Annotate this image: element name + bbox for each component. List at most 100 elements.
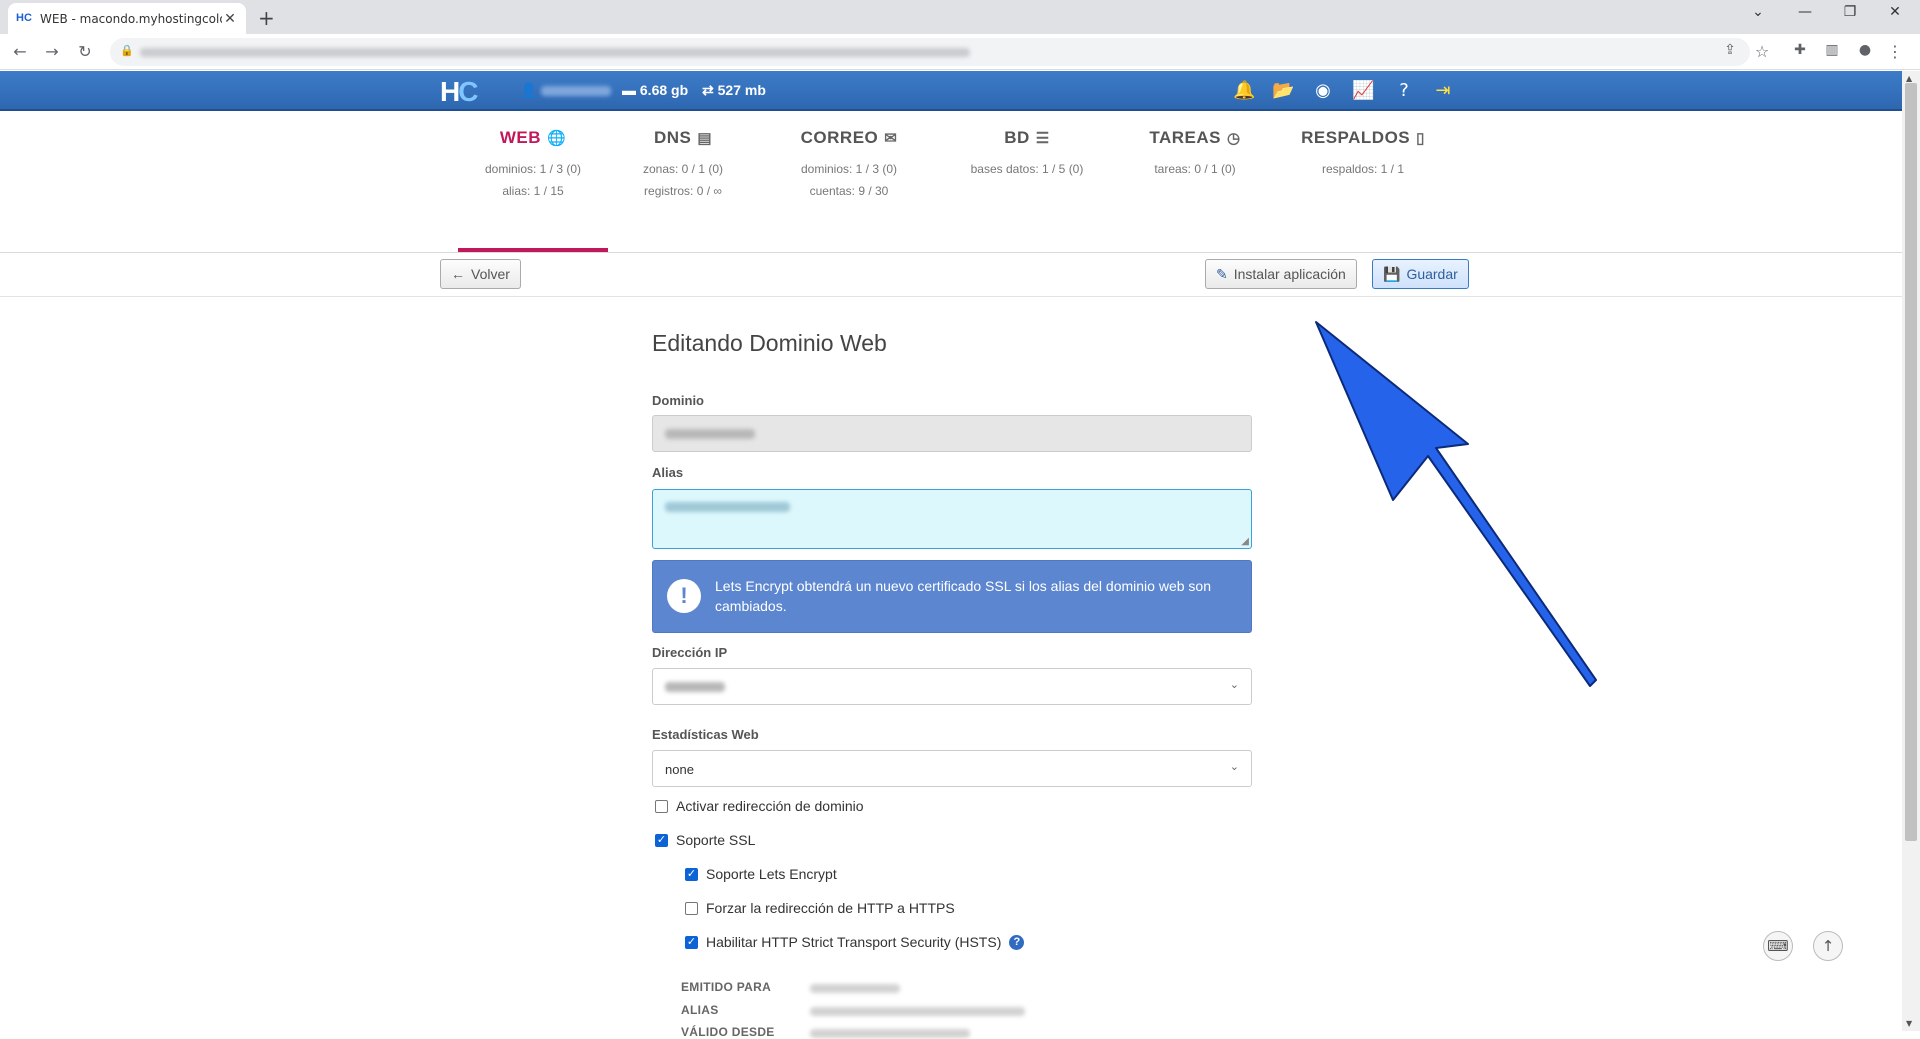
cert-issued-for-label: EMITIDO PARA (681, 980, 772, 994)
address-bar[interactable]: 🔒 (110, 38, 1750, 66)
divider (0, 252, 1902, 253)
arrow-left-icon: ← (451, 266, 465, 282)
side-panel-icon[interactable]: ▥ (1822, 42, 1842, 58)
hsts-checkbox-row[interactable]: ✓ Habilitar HTTP Strict Transport Securi… (685, 934, 1025, 950)
tab-label: RESPALDOS (1301, 128, 1411, 147)
new-tab-button[interactable]: + (258, 6, 275, 30)
scroll-down-icon[interactable]: ▼ (1906, 1019, 1912, 1028)
tab-search-icon[interactable]: ⌄ (1748, 4, 1768, 20)
letsencrypt-checkbox[interactable]: ✓ (685, 867, 698, 881)
hsts-checkbox[interactable]: ✓ (685, 935, 698, 949)
forward-arrow-icon[interactable]: → (42, 42, 62, 61)
stats-label: Estadísticas Web (652, 727, 759, 742)
tab-stat: alias: 1 / 15 (502, 184, 564, 198)
redirect-checkbox-row[interactable]: Activar redirección de dominio (655, 798, 864, 814)
pencil-icon: ✎ (1216, 265, 1228, 282)
file-icon: ▯ (1416, 130, 1425, 147)
cert-alias-redacted (810, 1007, 1025, 1016)
book-icon: ▤ (697, 130, 713, 147)
tab-stat: registros: 0 / ∞ (644, 184, 722, 198)
url-text-redacted (140, 48, 970, 57)
install-app-button[interactable]: ✎ Instalar aplicación (1205, 259, 1357, 289)
share-icon[interactable]: ⇪ (1720, 42, 1740, 58)
cert-valid-from-label: VÁLIDO DESDE (681, 1025, 775, 1039)
hdd-icon: ▬ (622, 82, 636, 98)
extensions-icon[interactable]: ✚ (1790, 42, 1810, 58)
force-https-checkbox-label: Forzar la redirección de HTTP a HTTPS (706, 900, 955, 916)
save-button-label: Guardar (1406, 266, 1458, 282)
tab-label: DNS (653, 128, 692, 147)
close-tab-icon[interactable]: ✕ (222, 11, 238, 27)
user-menu[interactable]: 👤 (520, 82, 612, 99)
page-title: Editando Dominio Web (652, 330, 887, 356)
tab-respaldos[interactable]: RESPALDOS ▯ respaldos: 1 / 1 (1288, 128, 1438, 252)
exclamation-icon: ! (667, 579, 701, 613)
browser-toolbar: ← → ↻ 🔒 ⇪ ☆ ✚ ▥ ● ⋮ (0, 34, 1920, 70)
domain-input (652, 415, 1252, 452)
keyboard-shortcuts-button[interactable]: ⌨ (1763, 931, 1793, 961)
reload-icon[interactable]: ↻ (75, 42, 95, 61)
transfer-usage-value: 527 mb (717, 82, 766, 98)
close-window-button[interactable]: ✕ (1885, 4, 1905, 20)
scroll-to-top-button[interactable]: ↑ (1813, 931, 1843, 961)
page-scrollbar[interactable]: ▲ ▼ (1902, 71, 1920, 1031)
alert-text: Lets Encrypt obtendrá un nuevo certifica… (715, 578, 1211, 614)
tab-web[interactable]: WEB 🌐 dominios: 1 / 3 (0) alias: 1 / 15 (458, 128, 608, 252)
globe-icon: 🌐 (546, 130, 567, 147)
profile-icon[interactable]: ● (1855, 42, 1875, 58)
resize-handle-icon[interactable]: ◢ (1241, 536, 1249, 547)
logout-icon[interactable]: ⇥ (1432, 80, 1454, 101)
help-icon[interactable]: ? (1393, 80, 1415, 101)
tab-bd[interactable]: BD ☰ bases datos: 1 / 5 (0) (952, 128, 1102, 252)
back-button-label: Volver (471, 266, 510, 282)
redirect-checkbox[interactable] (655, 799, 668, 813)
tab-correo[interactable]: CORREO ✉ dominios: 1 / 3 (0) cuentas: 9 / … (774, 128, 924, 252)
tab-tareas[interactable]: TAREAS ◷ tareas: 0 / 1 (0) (1120, 128, 1270, 252)
stats-select-value: none (665, 762, 694, 777)
ssl-checkbox-row[interactable]: ✓ Soporte SSL (655, 832, 755, 848)
account-circle-icon[interactable]: ◉ (1312, 80, 1334, 101)
menu-kebab-icon[interactable]: ⋮ (1885, 42, 1905, 61)
ip-select[interactable]: ⌄ (652, 668, 1252, 705)
minimize-button[interactable]: — (1795, 4, 1815, 20)
edit-domain-form: Editando Dominio Web Dominio Alias ◢ ! L… (652, 322, 1252, 1039)
scroll-up-icon[interactable]: ▲ (1906, 74, 1912, 83)
tab-stat: cuentas: 9 / 30 (809, 184, 889, 198)
ssl-info-alert: ! Lets Encrypt obtendrá un nuevo certifi… (652, 560, 1252, 633)
tab-title: WEB - macondo.myhostingcolom (40, 11, 222, 26)
floppy-disk-icon: 💾 (1383, 265, 1401, 282)
alias-textarea[interactable]: ◢ (652, 489, 1252, 549)
hc-logo[interactable]: HC (440, 76, 478, 108)
cert-issued-for-redacted (810, 984, 900, 993)
tab-label: CORREO (800, 128, 879, 147)
force-https-checkbox-row[interactable]: Forzar la redirección de HTTP a HTTPS (685, 900, 955, 916)
force-https-checkbox[interactable] (685, 901, 698, 915)
tab-label: WEB (499, 128, 541, 147)
stats-chart-icon[interactable]: 📈 (1352, 80, 1374, 101)
browser-tab[interactable]: HC WEB - macondo.myhostingcolom ✕ (8, 3, 246, 34)
folder-icon[interactable]: 📂 (1272, 80, 1294, 101)
section-tabs: WEB 🌐 dominios: 1 / 3 (0) alias: 1 / 15 DN… (458, 128, 1458, 252)
tab-dns[interactable]: DNS ▤ zonas: 0 / 1 (0) registros: 0 / ∞ (608, 128, 758, 252)
restore-button[interactable]: ❐ (1840, 4, 1860, 20)
transfer-usage: ⇄ 527 mb (702, 82, 766, 99)
letsencrypt-checkbox-label: Soporte Lets Encrypt (706, 866, 837, 882)
hsts-checkbox-label: Habilitar HTTP Strict Transport Security… (706, 934, 1002, 950)
disk-usage: ▬ 6.68 gb (622, 82, 688, 98)
bell-icon[interactable]: 🔔 (1233, 80, 1255, 101)
letsencrypt-checkbox-row[interactable]: ✓ Soporte Lets Encrypt (685, 866, 837, 882)
save-button[interactable]: 💾 Guardar (1372, 259, 1469, 289)
question-circle-icon[interactable]: ? (1009, 934, 1025, 950)
bookmark-star-icon[interactable]: ☆ (1752, 42, 1772, 61)
back-arrow-icon[interactable]: ← (10, 42, 30, 61)
redirect-checkbox-label: Activar redirección de dominio (676, 798, 864, 814)
back-button[interactable]: ← Volver (440, 259, 521, 289)
stats-select[interactable]: none ⌄ (652, 750, 1252, 787)
browser-tabstrip: HC WEB - macondo.myhostingcolom ✕ + ⌄ — … (0, 0, 1920, 34)
chevron-down-icon: ⌄ (1229, 679, 1239, 691)
alias-label: Alias (652, 465, 684, 480)
user-icon: 👤 (520, 82, 538, 98)
scrollbar-thumb[interactable] (1905, 83, 1917, 841)
tab-stat: dominios: 1 / 3 (0) (484, 162, 582, 176)
ssl-checkbox[interactable]: ✓ (655, 833, 668, 847)
